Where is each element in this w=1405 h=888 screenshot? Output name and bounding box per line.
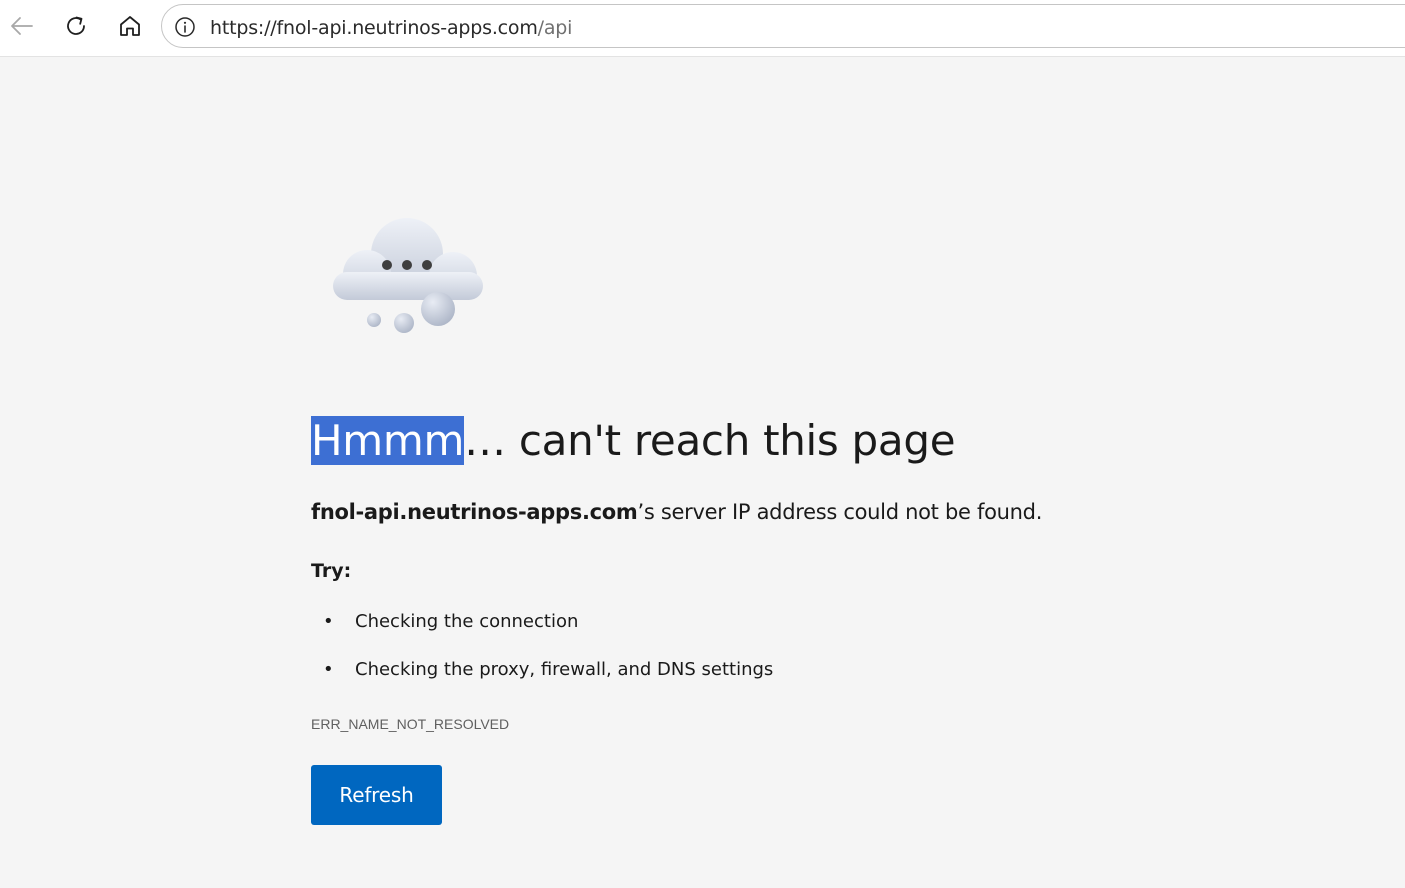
back-button[interactable] — [4, 8, 40, 44]
suggestion-item: • Checking the connection — [323, 608, 578, 636]
bullet-icon: • — [323, 611, 334, 632]
suggestion-text: Checking the connection — [355, 611, 579, 632]
home-button[interactable] — [112, 8, 148, 44]
heading-selected-text: Hmmm — [311, 416, 465, 465]
heading-rest-text: … can't reach this page — [464, 416, 956, 465]
try-label: Try: — [311, 560, 352, 582]
error-host: fnol-api.neutrinos-apps.com — [311, 500, 638, 524]
browser-toolbar: https://fnol-api.neutrinos-apps.com/api — [0, 0, 1405, 56]
error-heading: Hmmm… can't reach this page — [311, 409, 956, 473]
toolbar-divider — [0, 56, 1405, 57]
reload-icon — [67, 16, 85, 35]
home-icon — [120, 16, 140, 36]
url-origin: https://fnol-api.neutrinos-apps.com — [210, 17, 538, 39]
suggestion-text: Checking the proxy, firewall, and DNS se… — [355, 659, 774, 680]
url-text[interactable]: https://fnol-api.neutrinos-apps.com/api — [210, 17, 572, 39]
info-icon[interactable] — [174, 16, 196, 38]
suggestion-item: • Checking the proxy, firewall, and DNS s… — [323, 656, 773, 684]
bullet-icon: • — [323, 659, 334, 680]
refresh-button[interactable]: Refresh — [311, 765, 442, 825]
reload-button[interactable] — [58, 8, 94, 44]
error-code: ERR_NAME_NOT_RESOLVED — [311, 716, 510, 732]
back-arrow-icon — [11, 17, 33, 35]
error-summary: fnol-api.neutrinos-apps.com’s server IP … — [311, 497, 1042, 527]
url-path: /api — [537, 17, 573, 39]
thinking-cloud-icon — [325, 212, 490, 340]
address-bar[interactable]: https://fnol-api.neutrinos-apps.com/api — [161, 4, 1405, 48]
error-summary-text: ’s server IP address could not be found. — [637, 500, 1043, 524]
